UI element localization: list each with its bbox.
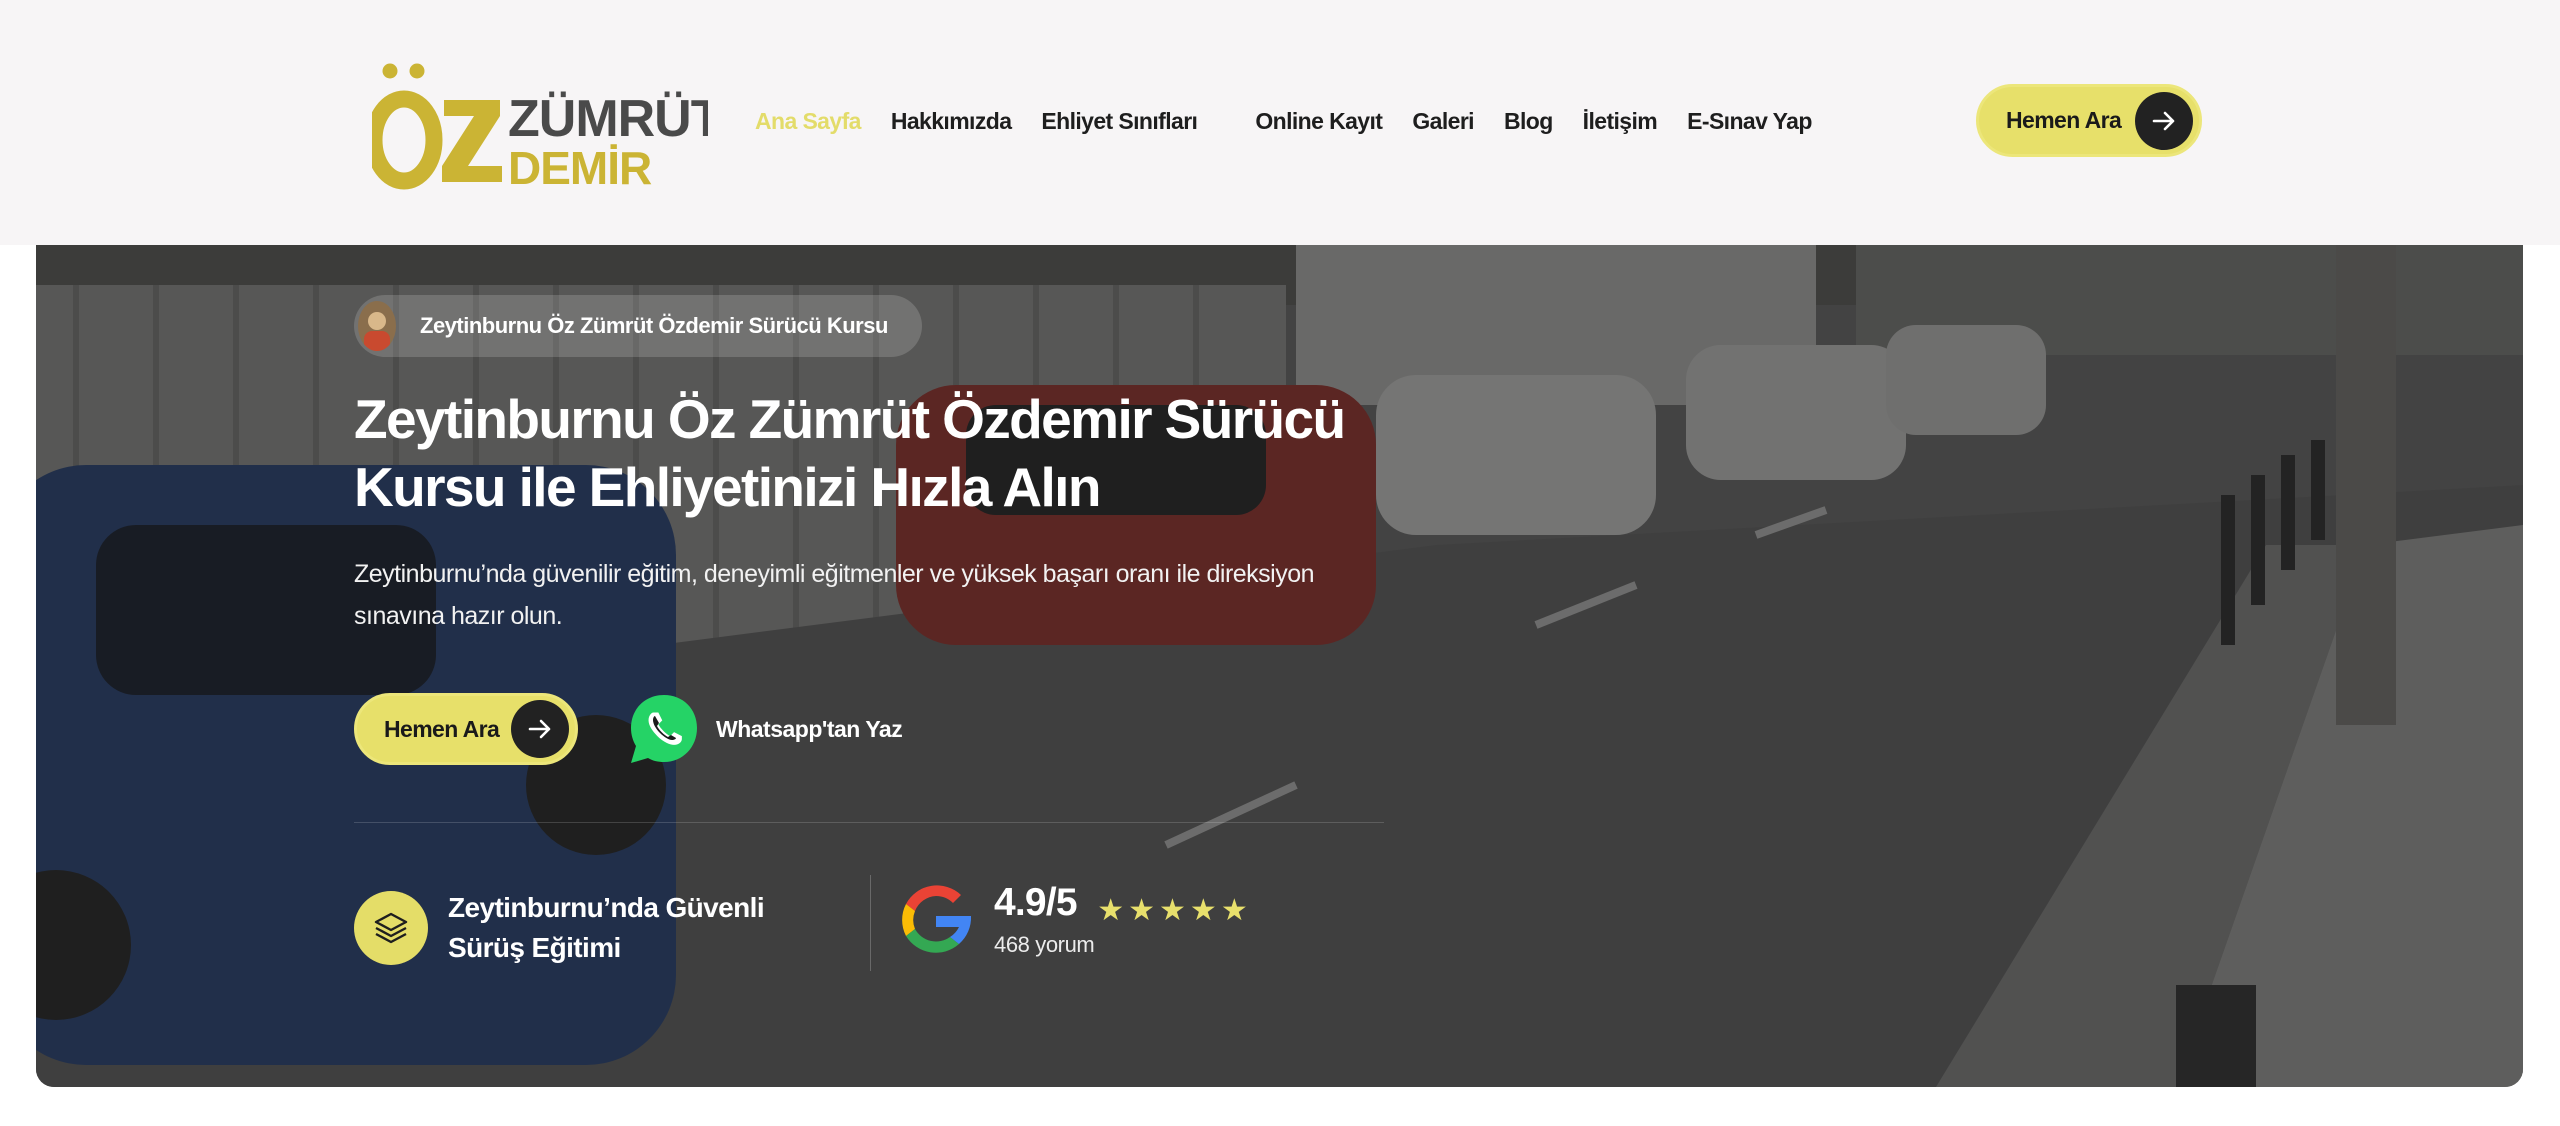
logo-text-demir: DEMİR	[508, 142, 652, 192]
star-icon: ★	[1220, 894, 1248, 928]
star-icon: ★	[1189, 894, 1217, 928]
whatsapp-button[interactable]: Whatsapp'tan Yaz	[626, 691, 903, 767]
whatsapp-label: Whatsapp'tan Yaz	[716, 715, 903, 742]
rating-count: 468 yorum	[994, 932, 1095, 958]
arrow-right-icon	[2135, 91, 2193, 150]
arrow-right-icon	[511, 700, 569, 758]
header-call-button[interactable]: Hemen Ara	[1976, 84, 2202, 157]
logo-text-zumrut: ZÜMRÜT	[508, 90, 708, 148]
hero-call-button[interactable]: Hemen Ara	[354, 693, 578, 765]
rating-stars: ★ ★ ★ ★ ★	[1097, 893, 1252, 928]
hero-badge-text: Zeytinburnu Öz Zümrüt Özdemir Sürücü Kur…	[420, 313, 888, 338]
nav-ana-sayfa[interactable]: Ana Sayfa	[755, 108, 861, 135]
nav-e-sinav-yap[interactable]: E-Sınav Yap	[1687, 108, 1812, 135]
nav-ehliyet-siniflari[interactable]: Ehliyet Sınıfları	[1041, 108, 1198, 135]
hero-call-label: Hemen Ara	[384, 715, 500, 742]
hero-divider	[354, 822, 1384, 823]
whatsapp-icon	[631, 695, 697, 763]
nav-hakkimizda[interactable]: Hakkımızda	[891, 108, 1012, 135]
hero-section: Zeytinburnu Öz Zümrüt Özdemir Sürücü Kur…	[36, 245, 2523, 1087]
hero-feature-text: Zeytinburnu’nda Güvenli Sürüş Eğitimi	[448, 892, 765, 963]
rating-details: 4.9/5 ★ ★ ★ ★ ★ 468 yorum	[994, 881, 1252, 958]
google-icon	[902, 885, 972, 953]
hero-vertical-separator	[870, 875, 871, 971]
hero-badge: Zeytinburnu Öz Zümrüt Özdemir Sürücü Kur…	[354, 295, 922, 357]
star-icon: ★	[1128, 894, 1156, 928]
layers-icon	[354, 891, 428, 965]
hero-description: Zeytinburnu’nda güvenilir eğitim, deneyi…	[354, 560, 1315, 630]
star-icon: ★	[1159, 894, 1186, 928]
google-rating: 4.9/5 ★ ★ ★ ★ ★ 468 yorum	[898, 881, 1252, 958]
star-icon: ★	[1097, 894, 1125, 928]
hero-feature: Zeytinburnu’nda Güvenli Sürüş Eğitimi	[354, 888, 808, 968]
nav-blog[interactable]: Blog	[1504, 108, 1553, 135]
site-header: ZÜMRÜT DEMİR Ana Sayfa Hakkımızda Ehliye…	[0, 0, 2560, 245]
main-nav: Ana Sayfa Hakkımızda Ehliyet Sınıfları O…	[755, 104, 1812, 138]
hero-title: Zeytinburnu Öz Zümrüt Özdemir Sürücü Kur…	[354, 388, 1346, 518]
nav-online-kayit[interactable]: Online Kayıt	[1255, 108, 1383, 135]
brand-logo[interactable]: ZÜMRÜT DEMİR	[372, 62, 708, 192]
rating-score: 4.9/5	[994, 881, 1078, 924]
nav-iletisim[interactable]: İletişim	[1583, 108, 1658, 135]
nav-galeri[interactable]: Galeri	[1412, 108, 1474, 135]
header-call-label: Hemen Ara	[2006, 107, 2122, 133]
badge-avatar	[358, 301, 396, 351]
